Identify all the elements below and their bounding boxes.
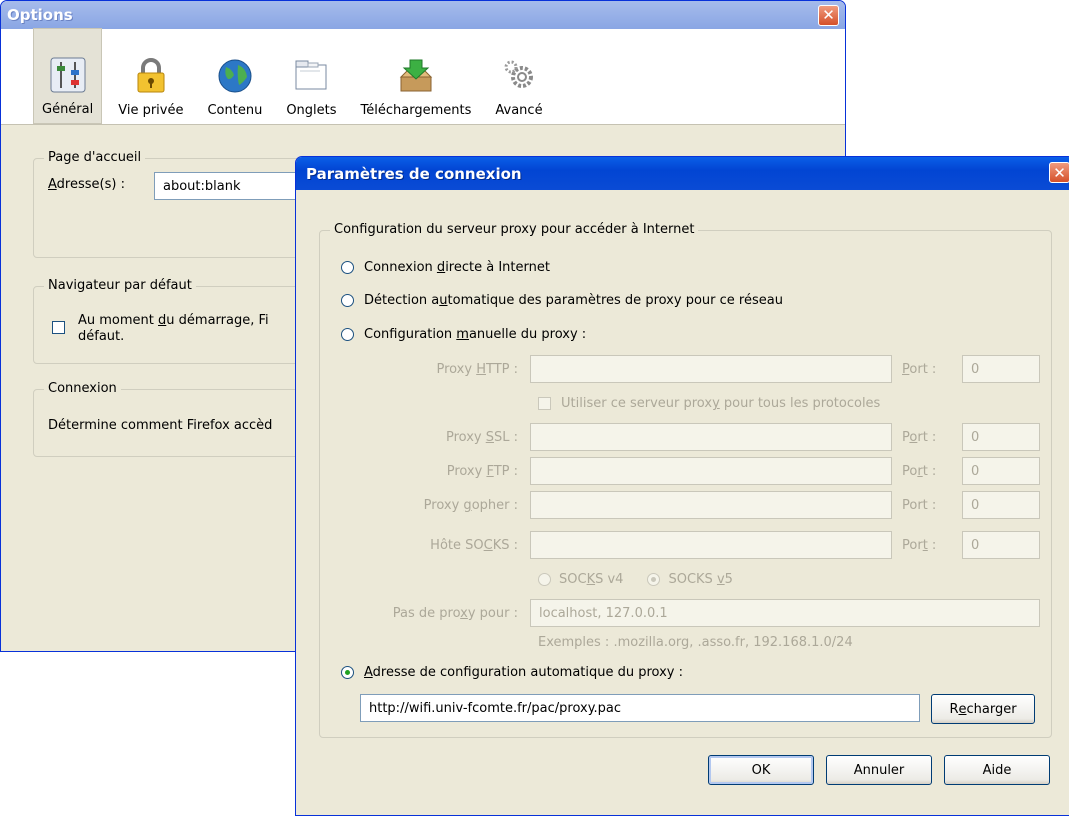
radio-manual-label: Configuration manuelle du proxy : [364, 327, 587, 342]
radio-auto-detect-row[interactable]: Détection automatique des paramètres de … [341, 293, 783, 308]
radio-manual[interactable] [341, 328, 354, 341]
radio-manual-row[interactable]: Configuration manuelle du proxy : [341, 327, 586, 342]
options-close-button[interactable]: ✕ [818, 4, 839, 26]
radio-direct-label: Connexion directe à Internet [364, 260, 550, 275]
http-port-label: Port : [902, 362, 937, 377]
socks-host-label: Hôte SOCKS : [430, 538, 518, 553]
ssl-proxy-label: Proxy SSL : [445, 430, 518, 445]
no-proxy-examples: Exemples : .mozilla.org, .asso.fr, 192.1… [538, 635, 853, 650]
default-browser-text: Au moment du démarrage, Fi défaut. [78, 313, 269, 344]
tab-general-label: Général [42, 102, 94, 117]
tab-content[interactable]: Contenu [199, 28, 270, 124]
gopher-port-input[interactable]: 0 [962, 491, 1040, 519]
ssl-port-label: Port : [902, 430, 937, 445]
options-title: Options [7, 6, 73, 24]
homepage-legend: Page d'accueil [44, 150, 146, 165]
dialog-titlebar: Paramètres de connexion ✕ [296, 157, 1069, 190]
tab-tabs-label: Onglets [286, 103, 337, 118]
socks-port-input[interactable]: 0 [962, 531, 1040, 559]
socks-v5-label: SOCKS v5 [668, 572, 733, 587]
tab-advanced[interactable]: Avancé [487, 28, 550, 124]
use-for-all-row[interactable]: Utiliser ce serveur proxy pour tous les … [538, 396, 880, 411]
http-proxy-label: Proxy HTTP : [436, 362, 518, 377]
tab-privacy[interactable]: Vie privée [110, 28, 191, 124]
use-for-all-label: Utiliser ce serveur proxy pour tous les … [561, 396, 881, 411]
radio-socks-v5[interactable] [647, 573, 661, 586]
ftp-proxy-input[interactable] [530, 457, 892, 485]
cancel-button[interactable]: Annuler [826, 755, 932, 785]
socks-version-row: SOCKS v4 SOCKS v5 [538, 572, 733, 587]
tab-downloads-label: Téléchargements [360, 103, 472, 118]
socks-v4-label: SOCKS v4 [559, 572, 624, 587]
gopher-port-label: Port : [902, 498, 937, 513]
homepage-address-label: Adresse(s) : [48, 177, 125, 192]
gears-icon [500, 57, 538, 95]
default-browser-legend: Navigateur par défaut [44, 278, 196, 293]
dialog-close-button[interactable]: ✕ [1049, 162, 1069, 183]
gopher-proxy-input[interactable] [530, 491, 892, 519]
default-browser-checkbox[interactable] [52, 321, 65, 334]
ssl-port-input[interactable]: 0 [962, 423, 1040, 451]
radio-socks-v4[interactable] [538, 573, 551, 586]
radio-auto-detect-label: Détection automatique des paramètres de … [364, 293, 783, 308]
connection-text: Détermine comment Firefox accèd [48, 418, 273, 433]
ssl-proxy-input[interactable] [530, 423, 892, 451]
tab-advanced-label: Avancé [495, 103, 543, 118]
no-proxy-input[interactable]: localhost, 127.0.0.1 [530, 599, 1040, 627]
ftp-proxy-label: Proxy FTP : [446, 464, 518, 479]
homepage-address-row: Adresse(s) : [48, 177, 125, 192]
http-port-input[interactable]: 0 [962, 355, 1040, 383]
radio-direct[interactable] [341, 261, 354, 274]
help-button[interactable]: Aide [944, 755, 1050, 785]
connection-legend: Connexion [44, 381, 121, 396]
tab-content-label: Contenu [207, 103, 263, 118]
no-proxy-label: Pas de proxy pour : [392, 606, 518, 621]
pac-url-input[interactable]: http://wifi.univ-fcomte.fr/pac/proxy.pac [360, 694, 920, 722]
radio-pac-row[interactable]: Adresse de configuration automatique du … [341, 665, 683, 680]
download-box-icon [397, 57, 435, 95]
ftp-port-label: Port : [902, 464, 937, 479]
radio-pac[interactable] [341, 666, 354, 679]
reload-button[interactable]: Re charger [931, 694, 1035, 724]
dialog-title: Paramètres de connexion [306, 164, 522, 183]
options-titlebar: Options ✕ [1, 1, 845, 29]
socks-port-label: Port : [902, 538, 937, 553]
padlock-icon [132, 57, 170, 95]
radio-auto-detect[interactable] [341, 294, 354, 307]
general-icon [49, 56, 87, 94]
radio-direct-row[interactable]: Connexion directe à Internet [341, 260, 550, 275]
globe-icon [216, 57, 254, 95]
proxy-config-legend: Configuration du serveur proxy pour accé… [330, 222, 699, 237]
tab-downloads[interactable]: Téléchargements [353, 28, 480, 124]
connection-settings-dialog: Paramètres de connexion ✕ Configuration … [295, 156, 1069, 816]
socks-host-input[interactable] [530, 531, 892, 559]
ok-button[interactable]: OK [708, 755, 814, 785]
tab-tabs[interactable]: Onglets [278, 28, 344, 124]
radio-pac-label: Adresse de configuration automatique du … [364, 665, 684, 680]
tab-privacy-label: Vie privée [118, 103, 184, 118]
gopher-proxy-label: Proxy gopher : [423, 498, 518, 513]
http-proxy-input[interactable] [530, 355, 892, 383]
use-for-all-checkbox[interactable] [538, 397, 551, 410]
ftp-port-input[interactable]: 0 [962, 457, 1040, 485]
tab-general[interactable]: Général [33, 28, 103, 124]
options-toolbar: Général Vie privée Contenu Onglets Téléc… [1, 28, 845, 125]
tabs-icon [292, 57, 330, 95]
